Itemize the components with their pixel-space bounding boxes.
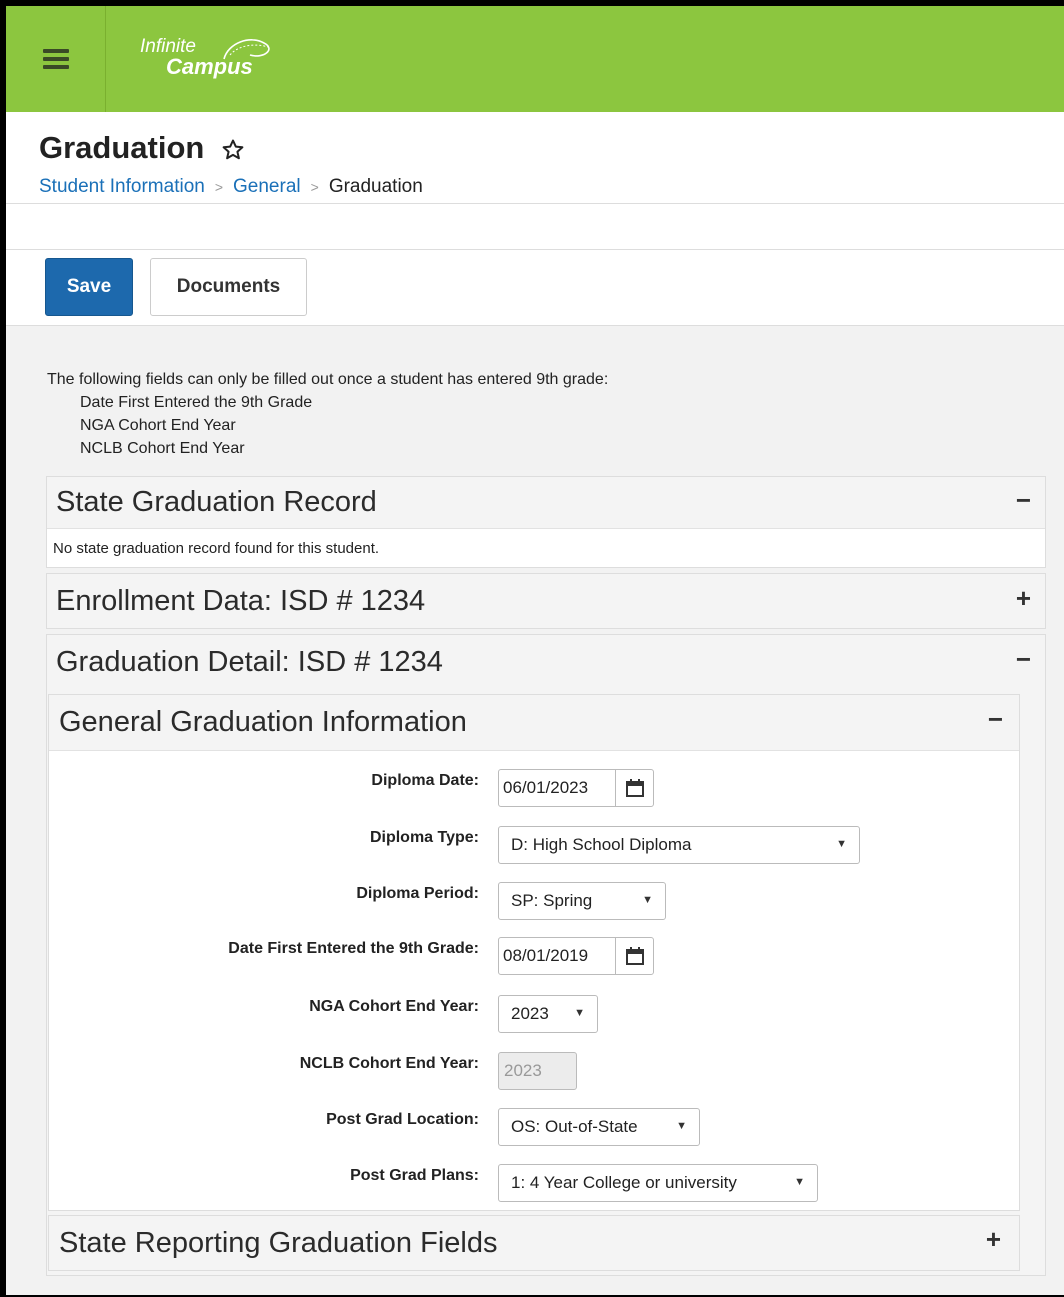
first-9th-grade-value: 08/01/2019 [503, 946, 589, 965]
infinite-campus-logo[interactable]: Infinite Campus [140, 37, 270, 78]
nclb-cohort-label: NCLB Cohort End Year: [299, 1055, 479, 1072]
state-reporting-graduation-fields-panel[interactable]: State Reporting Graduation Fields + [48, 1215, 1020, 1271]
dropdown-arrow-icon: ▼ [574, 1007, 585, 1019]
calendar-icon[interactable] [615, 770, 653, 806]
diploma-type-select[interactable]: D: High School Diploma ▼ [498, 826, 860, 864]
dropdown-arrow-icon: ▼ [836, 838, 847, 850]
dropdown-arrow-icon: ▼ [642, 894, 653, 906]
dropdown-arrow-icon: ▼ [794, 1176, 805, 1188]
diploma-date-label: Diploma Date: [371, 772, 479, 789]
diploma-type-value: D: High School Diploma [511, 835, 692, 854]
hamburger-menu-icon[interactable] [6, 6, 106, 112]
info-item: Date First Entered the 9th Grade [80, 394, 313, 411]
collapse-icon[interactable]: − [1016, 644, 1031, 675]
diploma-period-value: SP: Spring [511, 891, 593, 910]
post-grad-plans-label: Post Grad Plans: [350, 1167, 479, 1184]
calendar-icon[interactable] [615, 938, 653, 974]
post-grad-location-value: OS: Out-of-State [511, 1117, 638, 1136]
ninth-grade-info: The following fields can only be filled … [47, 368, 608, 460]
nclb-cohort-value: 2023 [504, 1061, 542, 1080]
panel-title: State Reporting Graduation Fields [59, 1227, 498, 1259]
documents-button[interactable]: Documents [150, 258, 307, 316]
page-header: Graduation Student Information > General > G… [6, 112, 1064, 204]
info-item: NGA Cohort End Year [80, 417, 236, 434]
breadcrumb-general[interactable]: General [233, 176, 301, 197]
breadcrumb-current: Graduation [328, 176, 423, 197]
info-intro: The following fields can only be filled … [47, 371, 609, 388]
expand-icon[interactable]: + [1016, 583, 1031, 614]
logo-swoosh-icon [223, 39, 270, 60]
diploma-period-label: Diploma Period: [356, 885, 479, 902]
general-graduation-information-header[interactable]: General Graduation Information − [49, 695, 1019, 751]
dropdown-arrow-icon: ▼ [676, 1120, 687, 1132]
header-spacer [6, 204, 1064, 250]
nga-cohort-value: 2023 [511, 1004, 549, 1023]
panel-title: General Graduation Information [59, 706, 467, 738]
action-toolbar: Save Documents [6, 250, 1064, 326]
nclb-cohort-input: 2023 [498, 1052, 577, 1090]
collapse-icon[interactable]: − [988, 704, 1003, 735]
first-9th-grade-date-input[interactable]: 08/01/2019 [498, 937, 654, 975]
diploma-date-value: 06/01/2023 [503, 778, 589, 797]
post-grad-location-label: Post Grad Location: [326, 1111, 479, 1128]
breadcrumb: Student Information > General > Graduation [39, 176, 423, 198]
post-grad-plans-value: 1: 4 Year College or university [511, 1173, 737, 1192]
panel-title: State Graduation Record [56, 486, 377, 518]
first-9th-grade-label: Date First Entered the 9th Grade: [228, 940, 479, 957]
nga-cohort-label: NGA Cohort End Year: [309, 998, 479, 1015]
diploma-type-label: Diploma Type: [369, 829, 479, 846]
post-grad-location-select[interactable]: OS: Out-of-State ▼ [498, 1108, 700, 1146]
nga-cohort-select[interactable]: 2023 ▼ [498, 995, 598, 1033]
breadcrumb-separator-icon: > [310, 179, 319, 195]
breadcrumb-separator-icon: > [214, 179, 224, 195]
diploma-period-select[interactable]: SP: Spring ▼ [498, 882, 666, 920]
panel-title: Graduation Detail: ISD # 1234 [56, 646, 443, 678]
save-button[interactable]: Save [45, 258, 133, 316]
empty-message: No state graduation record found for thi… [53, 540, 380, 557]
favorite-star-icon[interactable] [221, 138, 245, 162]
diploma-date-input[interactable]: 06/01/2023 [498, 769, 654, 807]
state-graduation-record-panel: State Graduation Record − No state gradu… [46, 476, 1046, 568]
state-graduation-record-header[interactable]: State Graduation Record − [47, 477, 1045, 529]
enrollment-data-panel[interactable]: Enrollment Data: ISD # 1234 + [46, 573, 1046, 629]
collapse-icon[interactable]: − [1016, 485, 1031, 516]
app-frame: Infinite Campus Graduation Student Infor… [6, 6, 1064, 1295]
expand-icon[interactable]: + [986, 1224, 1001, 1255]
top-bar: Infinite Campus [6, 6, 1064, 112]
breadcrumb-student-information[interactable]: Student Information [39, 176, 205, 197]
info-item: NCLB Cohort End Year [80, 440, 245, 457]
post-grad-plans-select[interactable]: 1: 4 Year College or university ▼ [498, 1164, 818, 1202]
page-title: Graduation [39, 130, 205, 165]
panel-title: Enrollment Data: ISD # 1234 [56, 585, 426, 617]
general-graduation-information-panel: General Graduation Information − Diploma… [48, 694, 1020, 1211]
